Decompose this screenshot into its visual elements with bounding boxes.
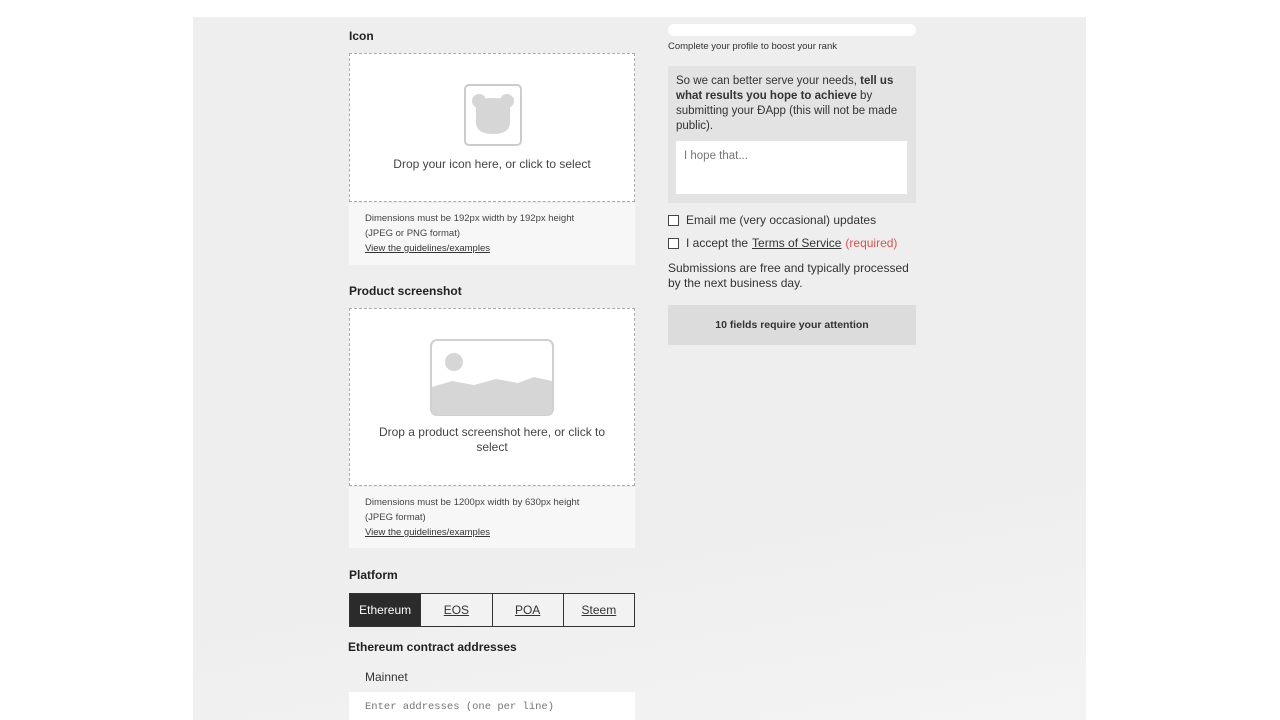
- screenshot-section-label: Product screenshot: [349, 284, 462, 298]
- screenshot-help-box: Dimensions must be 1200px width by 630px…: [349, 487, 635, 548]
- email-updates-label: Email me (very occasional) updates: [686, 213, 877, 227]
- submission-note: Submissions are free and typically proce…: [668, 261, 909, 290]
- mainnet-addresses-input[interactable]: [349, 692, 635, 720]
- screenshot-drop-caption: Drop a product screenshot here, or click…: [378, 425, 606, 454]
- tos-row: I accept the Terms of Service (required): [668, 236, 897, 250]
- feedback-textarea[interactable]: [676, 141, 907, 194]
- screenshot-format-text: (JPEG format): [365, 511, 426, 523]
- email-updates-checkbox[interactable]: [668, 214, 679, 226]
- image-placeholder-icon: [430, 339, 554, 416]
- platform-option-ethereum[interactable]: Ethereum: [350, 594, 421, 626]
- platform-option-steem[interactable]: Steem: [562, 594, 634, 626]
- icon-dropzone[interactable]: Drop your icon here, or click to select: [349, 53, 635, 202]
- screenshot-dimension-text: Dimensions must be 1200px width by 630px…: [365, 497, 580, 508]
- platform-label: Platform: [349, 568, 398, 582]
- submit-button[interactable]: 10 fields require your attention: [668, 305, 916, 345]
- icon-help-box: Dimensions must be 192px width by 192px …: [349, 203, 635, 265]
- feedback-box: So we can better serve your needs, tell …: [668, 66, 916, 203]
- profile-progress-caption: Complete your profile to boost your rank: [668, 41, 837, 52]
- icon-guidelines-link[interactable]: View the guidelines/examples: [365, 241, 619, 256]
- tos-required-badge: (required): [845, 236, 898, 250]
- feedback-prompt: So we can better serve your needs, tell …: [676, 75, 898, 132]
- bear-head-icon: [464, 84, 522, 146]
- screenshot-guidelines-link[interactable]: View the guidelines/examples: [365, 525, 619, 540]
- email-updates-row: Email me (very occasional) updates: [668, 213, 876, 227]
- icon-dimension-text: Dimensions must be 192px width by 192px …: [365, 213, 575, 224]
- icon-format-text: (JPEG or PNG format): [365, 227, 461, 239]
- platform-option-poa[interactable]: POA: [491, 594, 563, 626]
- mainnet-label: Mainnet: [365, 670, 408, 684]
- tos-prefix: I accept the: [686, 236, 749, 250]
- icon-section-label: Icon: [349, 29, 374, 43]
- platform-option-eos[interactable]: EOS: [420, 594, 492, 626]
- screenshot-dropzone[interactable]: Drop a product screenshot here, or click…: [349, 308, 635, 486]
- platform-selector: Ethereum EOS POA Steem: [349, 593, 635, 627]
- form-panel: [193, 17, 1086, 720]
- tos-checkbox[interactable]: [668, 237, 679, 249]
- icon-drop-caption: Drop your icon here, or click to select: [393, 157, 591, 171]
- profile-progress-bar: [668, 24, 916, 36]
- contract-addresses-label: Ethereum contract addresses: [348, 640, 517, 654]
- tos-link[interactable]: Terms of Service: [752, 236, 841, 250]
